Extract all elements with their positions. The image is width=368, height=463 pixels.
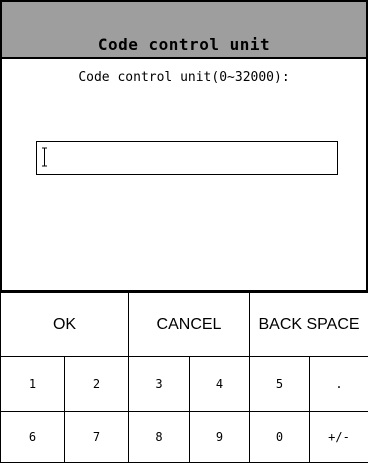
key-1-button[interactable]: 1: [1, 357, 65, 412]
keypad: OK CANCEL BACK SPACE 1 2 3 4 5 . 6 7 8 9…: [0, 292, 368, 463]
ok-button[interactable]: OK: [1, 293, 129, 357]
cancel-button[interactable]: CANCEL: [129, 293, 250, 357]
dialog-titlebar: Code control unit: [0, 0, 368, 58]
key-9-button[interactable]: 9: [190, 412, 250, 463]
key-plus-minus-button[interactable]: +/-: [310, 412, 368, 463]
key-3-button[interactable]: 3: [129, 357, 190, 412]
code-control-unit-input[interactable]: [36, 141, 338, 175]
key-dot-button[interactable]: .: [310, 357, 368, 412]
key-4-button[interactable]: 4: [190, 357, 250, 412]
key-7-button[interactable]: 7: [65, 412, 129, 463]
key-6-button[interactable]: 6: [1, 412, 65, 463]
key-8-button[interactable]: 8: [129, 412, 190, 463]
backspace-button[interactable]: BACK SPACE: [250, 293, 368, 357]
input-prompt-label: Code control unit(0~32000):: [0, 70, 368, 86]
dialog-title: Code control unit: [2, 35, 366, 55]
key-0-button[interactable]: 0: [250, 412, 310, 463]
key-5-button[interactable]: 5: [250, 357, 310, 412]
key-2-button[interactable]: 2: [65, 357, 129, 412]
code-control-unit-dialog: Code control unit Code control unit(0~32…: [0, 0, 368, 462]
